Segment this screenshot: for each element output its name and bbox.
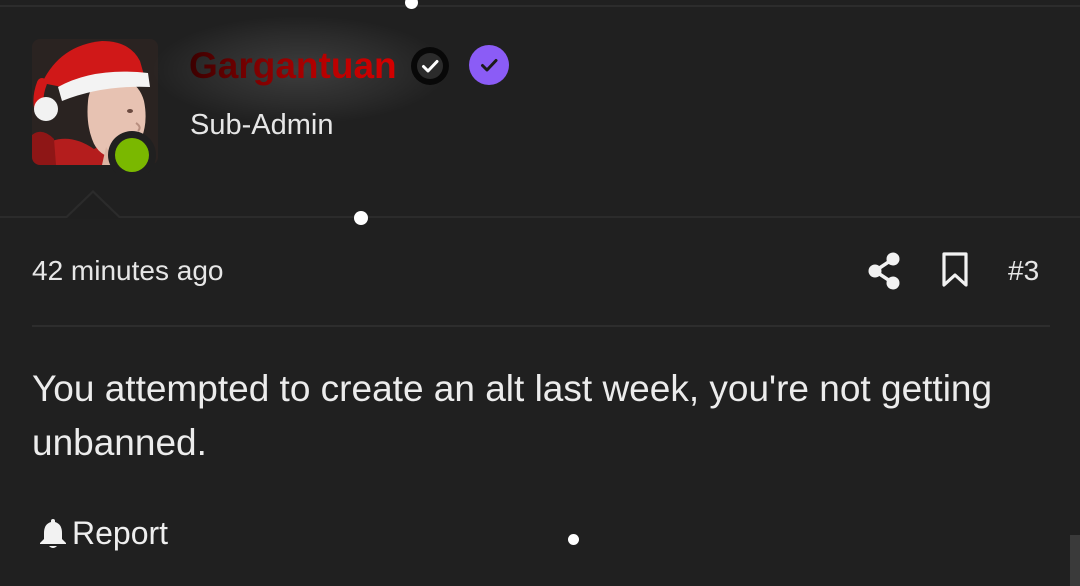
verified-check-icon[interactable]: [410, 46, 450, 86]
report-button[interactable]: Report: [38, 512, 168, 554]
username[interactable]: Gargantuan: [189, 44, 397, 88]
report-label: Report: [72, 515, 169, 551]
bookmark-icon[interactable]: [936, 250, 974, 290]
post-user-header: [0, 7, 1080, 217]
post-message: You attempted to create an alt last week…: [32, 368, 993, 463]
header-pointer-arrow-fill: [66, 193, 120, 219]
header-divider: [0, 216, 1080, 218]
scrollbar[interactable]: [1070, 535, 1080, 586]
meta-divider: [32, 325, 1050, 327]
snowflake: [354, 211, 368, 225]
online-status-dot: [108, 131, 156, 179]
share-icon[interactable]: [864, 250, 904, 292]
post-timestamp[interactable]: 42 minutes ago: [32, 252, 223, 290]
snowflake: [568, 534, 579, 545]
staff-check-icon[interactable]: [468, 44, 510, 86]
bell-icon: [40, 519, 66, 548]
forum-post-page: Gargantuan Sub-Admin 42 minutes ago #3 Y…: [0, 0, 1080, 586]
user-title: Sub-Admin: [190, 109, 334, 141]
post-number-link[interactable]: #3: [1008, 252, 1052, 290]
